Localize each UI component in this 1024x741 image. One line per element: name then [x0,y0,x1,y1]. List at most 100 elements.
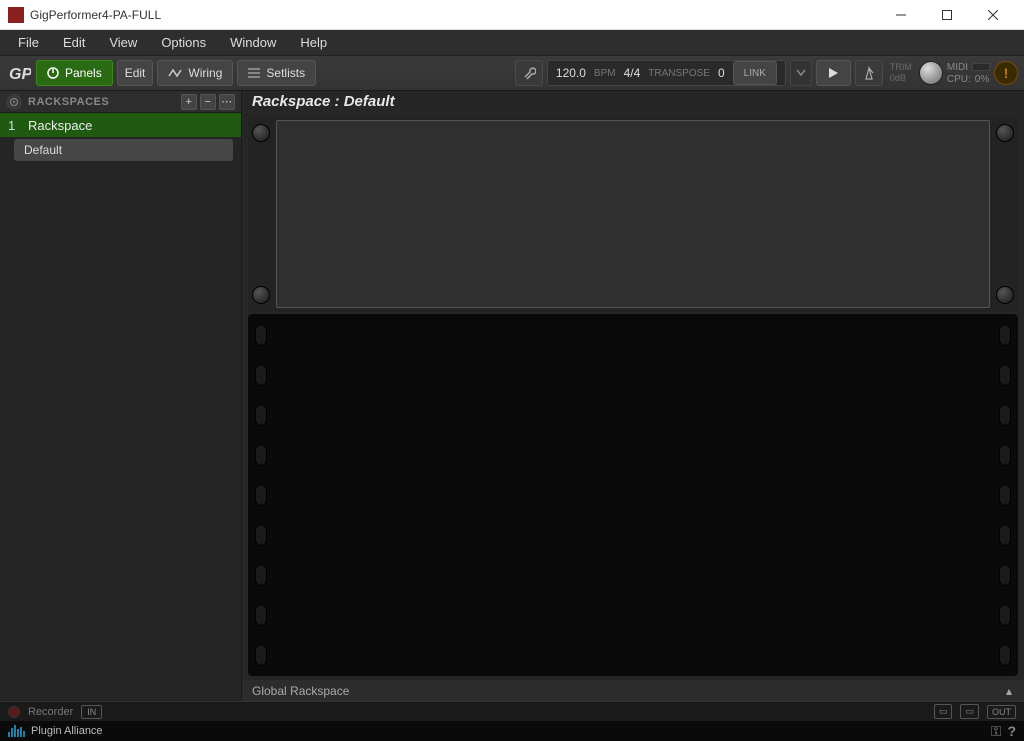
gear-icon [9,97,19,107]
rack-slot-icon [999,484,1011,506]
midi-in-badge[interactable]: IN [81,705,102,719]
brand-name: Plugin Alliance [31,725,103,737]
play-button[interactable] [816,60,851,86]
midi-label: MIDI [947,62,968,73]
menu-view[interactable]: View [97,30,149,56]
out-badge-label: OUT [992,707,1011,717]
master-trim-knob[interactable] [919,61,943,85]
brand-logo-icon [8,725,25,737]
tempo-value[interactable]: 120.0 [556,66,586,80]
remove-rackspace-button[interactable]: − [200,94,216,110]
sidebar-title: RACKSPACES [28,96,178,108]
rack-slot-icon [999,364,1011,386]
rack-screw-icon [996,286,1014,304]
tempo-dropdown-button[interactable] [790,60,812,86]
key-icon[interactable]: ⚿ [991,723,1002,740]
content-title: Rackspace : Default [242,91,1024,114]
trim-label: TRIM [890,62,912,73]
variation-item[interactable]: Default [14,139,233,161]
sidebar: RACKSPACES + − ⋯ 1 Rackspace Default [0,91,242,701]
more-icon: ⋯ [221,95,233,108]
rack-slot-icon [255,444,267,466]
out-badge[interactable]: OUT [987,705,1016,719]
global-rackspace-label: Global Rackspace [252,684,349,698]
menu-options[interactable]: Options [149,30,218,56]
transpose-value[interactable]: 0 [718,66,725,80]
rackspace-name: Rackspace [28,118,92,133]
rack-slot-icon [999,324,1011,346]
app-logo-icon [8,7,24,23]
rack-slot-icon [255,564,267,586]
rackspace-more-button[interactable]: ⋯ [219,94,235,110]
rack-slot-icon [255,644,267,666]
svg-text:GP: GP [9,66,31,83]
window-maximize-button[interactable] [924,0,970,30]
setlists-icon [248,67,260,79]
edit-button[interactable]: Edit [117,60,154,86]
setlists-button[interactable]: Setlists [237,60,316,86]
toolbar: GP Panels Edit Wiring Setlists 120.0 BPM… [0,56,1024,91]
menu-help[interactable]: Help [288,30,339,56]
wiring-icon [168,67,182,79]
setlists-label: Setlists [266,66,305,80]
io-badge-1[interactable]: ▭ [934,704,953,719]
panic-button[interactable]: ! [994,61,1018,85]
rack-slot-icon [255,404,267,426]
trim-readout: TRIM 0dB [887,62,915,84]
rackspace-index: 1 [8,118,20,133]
rack-slot-icon [255,364,267,386]
tuner-button[interactable] [515,60,543,86]
variation-name: Default [24,143,62,157]
rack-screw-icon [996,124,1014,142]
sidebar-header: RACKSPACES + − ⋯ [0,91,241,113]
rackspace-item[interactable]: 1 Rackspace [0,113,241,137]
edit-label: Edit [125,66,146,80]
link-label: LINK [744,68,766,79]
panels-button[interactable]: Panels [36,60,113,86]
menu-window[interactable]: Window [218,30,288,56]
window-minimize-button[interactable] [878,0,924,30]
link-button[interactable]: LINK [733,61,777,85]
menubar: File Edit View Options Window Help [0,30,1024,56]
plus-icon: + [186,96,193,108]
timesig-value[interactable]: 4/4 [624,66,641,80]
rack-slot-icon [999,404,1011,426]
brand-bar: Plugin Alliance ⚿ ? [0,721,1024,741]
io-badge-2[interactable]: ▭ [960,704,979,719]
add-rackspace-button[interactable]: + [181,94,197,110]
help-icon[interactable]: ? [1007,723,1016,739]
rack-slot-icon [999,524,1011,546]
sidebar-settings-button[interactable] [6,94,22,110]
metronome-button[interactable] [855,60,883,86]
window-titlebar: GigPerformer4-PA-FULL [0,0,1024,30]
window-title: GigPerformer4-PA-FULL [30,8,878,22]
trim-value: 0dB [890,73,906,84]
menu-file[interactable]: File [6,30,51,56]
tempo-panel: 120.0 BPM 4/4 TRANSPOSE 0 LINK [547,60,786,86]
rack-slot-icon [999,444,1011,466]
alert-icon: ! [1004,65,1009,81]
metronome-icon [862,66,876,80]
cpu-value: 0% [975,74,989,85]
rack-slot-icon [255,524,267,546]
rack-screw-icon [252,124,270,142]
global-rackspace-bar[interactable]: Global Rackspace ▴ [242,680,1024,701]
rack-panel-surface[interactable] [276,120,990,308]
rack-slot-icon [999,644,1011,666]
midi-cpu-panel: MIDI CPU:0% [947,62,990,85]
in-badge-label: IN [87,707,96,717]
play-icon [827,67,839,79]
rack-screw-icon [252,286,270,304]
gp-logo-icon[interactable]: GP [6,60,32,86]
rack-slot-icon [255,604,267,626]
window-close-button[interactable] [970,0,1016,30]
midi-meter [972,63,990,71]
wrench-icon [522,66,536,80]
rack-slot-icon [255,324,267,346]
bpm-label: BPM [594,68,616,79]
wiring-button[interactable]: Wiring [157,60,233,86]
panels-icon [47,67,59,79]
content-area: Rackspace : Default [242,91,1024,701]
record-button[interactable] [8,706,20,718]
menu-edit[interactable]: Edit [51,30,97,56]
